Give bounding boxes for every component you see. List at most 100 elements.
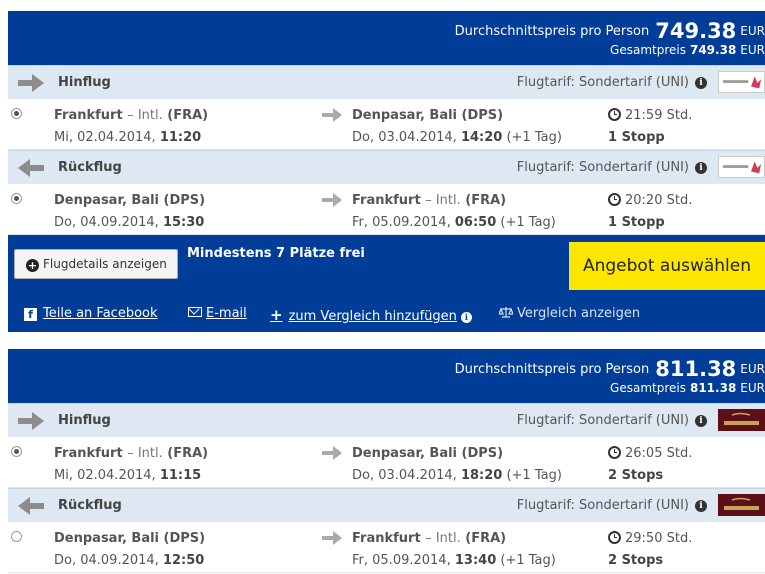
arrival: Denpasar, Bali (DPS) Do, 03.04.2014, 18:…: [352, 443, 562, 487]
fare-type: Flugtarif: Sondertarif (UNI) i: [517, 75, 707, 90]
fare-type: Flugtarif: Sondertarif (UNI) i: [517, 160, 707, 175]
departure-time: 15:30: [162, 215, 205, 230]
duration: 26:05 Std. 2 Stops: [608, 443, 692, 487]
duration-text: 20:20 Std.: [625, 193, 693, 208]
arrival-time: 18:20: [460, 468, 503, 483]
arrival: Frankfurt – Intl. (FRA) Fr, 05.09.2014, …: [352, 528, 556, 572]
arrival-time: 13:40: [454, 553, 497, 568]
arrival-next-day: (+1 Tag): [506, 130, 562, 145]
seats-available: Mindestens 7 Plätze frei: [187, 246, 365, 261]
arrival-next-day: (+1 Tag): [500, 553, 556, 568]
info-icon: i: [460, 312, 472, 323]
arrival-date: Do, 03.04.2014, 14:20 (+1 Tag): [352, 127, 562, 149]
share-facebook-link[interactable]: f Teile an Facebook: [24, 306, 158, 321]
average-price-value: 811.38: [655, 357, 737, 381]
arrow-left-icon: [18, 159, 44, 177]
clock-icon: [608, 531, 621, 544]
arrow-right-icon: [18, 74, 44, 92]
arrow-right-icon: [322, 531, 342, 545]
departure-city: Frankfurt – Intl. (FRA): [54, 443, 208, 465]
fare-type-label: Flugtarif: Sondertarif (UNI): [516, 498, 689, 513]
average-price-value: 749.38: [655, 19, 737, 43]
info-icon[interactable]: i: [695, 500, 707, 512]
total-price-label: Gesamtpreis: [610, 381, 686, 395]
departure-city-name: Frankfurt: [54, 108, 123, 123]
section-label: Rückflug: [58, 160, 122, 175]
departure-city: Frankfurt – Intl. (FRA): [54, 105, 208, 127]
stops: 2 Stops: [608, 468, 664, 483]
section-label: Rückflug: [58, 498, 122, 513]
departure-date: Do, 04.09.2014, 15:30: [54, 212, 205, 234]
info-icon[interactable]: i: [695, 415, 707, 427]
offer-card: Durchschnittspreis pro Person 811.38 EUR G…: [8, 349, 765, 573]
etihad-logo: [718, 494, 765, 516]
add-to-compare-link[interactable]: + zum Vergleich hinzufügen i: [270, 306, 472, 324]
section-header-return: Rückflug Flugtarif: Sondertarif (UNI) i: [8, 150, 765, 184]
departure-time: 11:15: [159, 468, 202, 483]
currency: EUR: [740, 362, 765, 376]
flight-row-return: Denpasar, Bali (DPS) Do, 04.09.2014, 15:…: [8, 184, 765, 235]
total-price: Gesamtpreis 811.38 EUR: [610, 381, 765, 395]
departure-date-text: Mi, 02.04.2014,: [54, 468, 156, 483]
flight-radio[interactable]: [11, 531, 22, 542]
departure-date-text: Do, 04.09.2014,: [54, 215, 159, 230]
arrow-left-icon: [18, 497, 44, 515]
fare-type: Flugtarif: Sondertarif (UNI) i: [517, 498, 707, 513]
price-header: Durchschnittspreis pro Person 749.38 EUR G…: [8, 11, 765, 65]
arrival-city-code: (FRA): [465, 193, 507, 208]
arrival: Denpasar, Bali (DPS) Do, 03.04.2014, 14:…: [352, 105, 562, 149]
departure-city-code: (FRA): [167, 108, 209, 123]
flight-radio[interactable]: [11, 193, 22, 204]
info-icon[interactable]: i: [695, 162, 707, 174]
info-icon[interactable]: i: [695, 77, 707, 89]
flight-radio[interactable]: [11, 446, 22, 457]
average-price-label: Durchschnittspreis pro Person: [454, 24, 650, 39]
flight-details-button[interactable]: + Flugdetails anzeigen: [14, 249, 178, 279]
departure-city-intl: – Intl.: [127, 446, 163, 461]
arrival-date: Fr, 05.09.2014, 06:50 (+1 Tag): [352, 212, 556, 234]
share-facebook-label: Teile an Facebook: [43, 306, 158, 321]
select-offer-button[interactable]: Angebot auswählen: [569, 242, 765, 290]
stops: 1 Stopp: [608, 215, 665, 230]
fare-type: Flugtarif: Sondertarif (UNI) i: [517, 413, 707, 428]
arrival-date: Fr, 05.09.2014, 13:40 (+1 Tag): [352, 550, 556, 572]
arrival-city: Denpasar, Bali (DPS): [352, 108, 504, 123]
plus-circle-icon: +: [26, 259, 39, 272]
flight-row-outbound: Frankfurt – Intl. (FRA) Mi, 02.04.2014, …: [8, 99, 765, 150]
etihad-logo: [718, 409, 765, 431]
facebook-icon: f: [24, 308, 37, 321]
departure: Denpasar, Bali (DPS) Do, 04.09.2014, 12:…: [54, 528, 205, 572]
arrow-right-icon: [322, 193, 342, 207]
section-header-outbound: Hinflug Flugtarif: Sondertarif (UNI) i: [8, 65, 765, 99]
share-email-link[interactable]: E-mail: [188, 306, 247, 321]
arrival-city-intl: – Intl.: [425, 531, 461, 546]
total-price: Gesamtpreis 749.38 EUR: [610, 43, 765, 57]
average-price-label: Durchschnittspreis pro Person: [454, 362, 650, 377]
arrival-city: Frankfurt – Intl. (FRA): [352, 528, 556, 550]
section-label: Hinflug: [58, 413, 111, 428]
departure-city-code: (FRA): [167, 446, 209, 461]
section-header-outbound: Hinflug Flugtarif: Sondertarif (UNI) i: [8, 403, 765, 437]
arrival-city: Denpasar, Bali (DPS): [352, 446, 504, 461]
duration-text: 21:59 Std.: [625, 108, 693, 123]
arrival-next-day: (+1 Tag): [500, 215, 556, 230]
arrival-time: 06:50: [454, 215, 497, 230]
show-compare-label: Vergleich anzeigen: [517, 306, 641, 321]
duration: 20:20 Std. 1 Stopp: [608, 190, 692, 234]
duration-text: 26:05 Std.: [625, 446, 693, 461]
fare-type-label: Flugtarif: Sondertarif (UNI): [516, 413, 689, 428]
stops: 2 Stops: [608, 553, 664, 568]
flight-radio[interactable]: [11, 108, 22, 119]
china-airlines-logo: [718, 71, 765, 93]
china-airlines-logo: [718, 156, 765, 178]
arrow-right-icon: [322, 446, 342, 460]
duration: 21:59 Std. 1 Stopp: [608, 105, 692, 149]
arrival-date-text: Fr, 05.09.2014,: [352, 215, 451, 230]
arrival: Frankfurt – Intl. (FRA) Fr, 05.09.2014, …: [352, 190, 556, 234]
clock-icon: [608, 108, 621, 121]
arrow-right-icon: [322, 108, 342, 122]
arrival-date-text: Do, 03.04.2014,: [352, 130, 457, 145]
departure-time: 11:20: [159, 130, 202, 145]
departure-date: Mi, 02.04.2014, 11:15: [54, 465, 208, 487]
show-compare-link[interactable]: Vergleich anzeigen: [498, 306, 641, 321]
